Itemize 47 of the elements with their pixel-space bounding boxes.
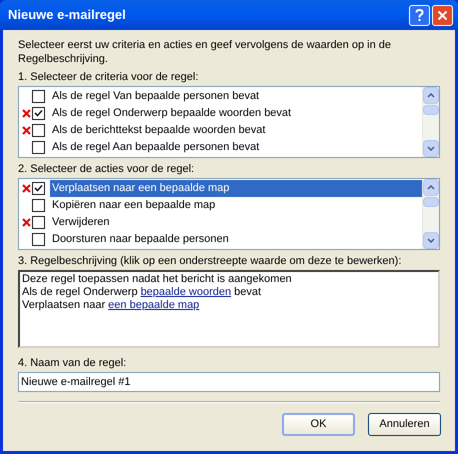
scroll-up-icon[interactable] bbox=[423, 87, 439, 104]
question-icon bbox=[415, 8, 424, 22]
scroll-up-icon[interactable] bbox=[423, 179, 439, 196]
scrollbar[interactable] bbox=[422, 87, 439, 157]
checkbox[interactable] bbox=[32, 216, 45, 229]
cross-mark-icon bbox=[22, 218, 31, 227]
value-link[interactable]: een bepaalde map bbox=[108, 299, 200, 312]
checkbox[interactable] bbox=[32, 124, 45, 137]
list-item[interactable]: Als de berichttekst bepaalde woorden bevat bbox=[50, 122, 422, 139]
help-button[interactable] bbox=[409, 4, 430, 26]
dialog-button[interactable]: OK bbox=[282, 413, 355, 436]
rule-name-field[interactable]: Nieuwe e-mailregel #1 bbox=[18, 372, 440, 392]
cross-mark-icon bbox=[22, 109, 31, 118]
section-label: 2. Selecteer de acties voor de regel: bbox=[18, 162, 196, 176]
section-label: 1. Selecteer de criteria voor de regel: bbox=[18, 70, 200, 84]
scroll-down-icon[interactable] bbox=[423, 232, 439, 249]
close-icon bbox=[437, 10, 448, 20]
value-link[interactable]: bepaalde woorden bbox=[140, 286, 232, 299]
dialog-button[interactable]: Annuleren bbox=[368, 413, 441, 436]
scroll-down-icon[interactable] bbox=[423, 140, 439, 157]
list-item[interactable]: Kopiëren naar een bepaalde map bbox=[50, 197, 422, 214]
scroll-thumb[interactable] bbox=[423, 197, 439, 207]
list-item[interactable]: Als de regel Onderwerp bepaalde woorden bevat bbox=[50, 105, 422, 122]
window-title: Nieuwe e-mailregel bbox=[8, 6, 127, 24]
checkbox[interactable] bbox=[32, 199, 45, 212]
list-item[interactable]: Verwijderen bbox=[50, 214, 422, 231]
description-text: Verplaatsen naar bbox=[22, 299, 106, 312]
list-item[interactable]: Als de regel Van bepaalde personen bevat bbox=[50, 88, 422, 105]
scrollbar[interactable] bbox=[422, 179, 439, 249]
scroll-thumb[interactable] bbox=[423, 105, 439, 115]
list-item[interactable]: Doorsturen naar bepaalde personen bbox=[50, 231, 422, 248]
checkbox[interactable] bbox=[32, 90, 45, 103]
description-text: Als de regel Onderwerp bbox=[22, 286, 138, 299]
close-button[interactable] bbox=[432, 4, 453, 26]
cross-mark-icon bbox=[22, 126, 31, 135]
list-item[interactable]: Als de regel Aan bepaalde personen bevat bbox=[50, 139, 422, 156]
cross-mark-icon bbox=[22, 184, 31, 193]
section-label: 4. Naam van de regel: bbox=[18, 356, 128, 370]
checkbox[interactable] bbox=[32, 107, 45, 120]
list-item[interactable]: Verplaatsen naar een bepaalde map bbox=[50, 180, 422, 197]
checkbox[interactable] bbox=[32, 182, 45, 195]
checkbox[interactable] bbox=[32, 233, 45, 246]
description-text: bevat bbox=[234, 286, 262, 299]
description-text: Deze regel toepassen nadat het bericht is aangekomen bbox=[22, 273, 292, 286]
intro-text: Selecteer eerst uw criteria en acties en geef vervolgens de waarden op in de Regelbeschrijving. bbox=[18, 38, 392, 66]
checkbox[interactable] bbox=[32, 141, 45, 154]
section-label: 3. Regelbeschrijving (klik op een onderstreepte waarde om deze te bewerken): bbox=[18, 254, 402, 268]
